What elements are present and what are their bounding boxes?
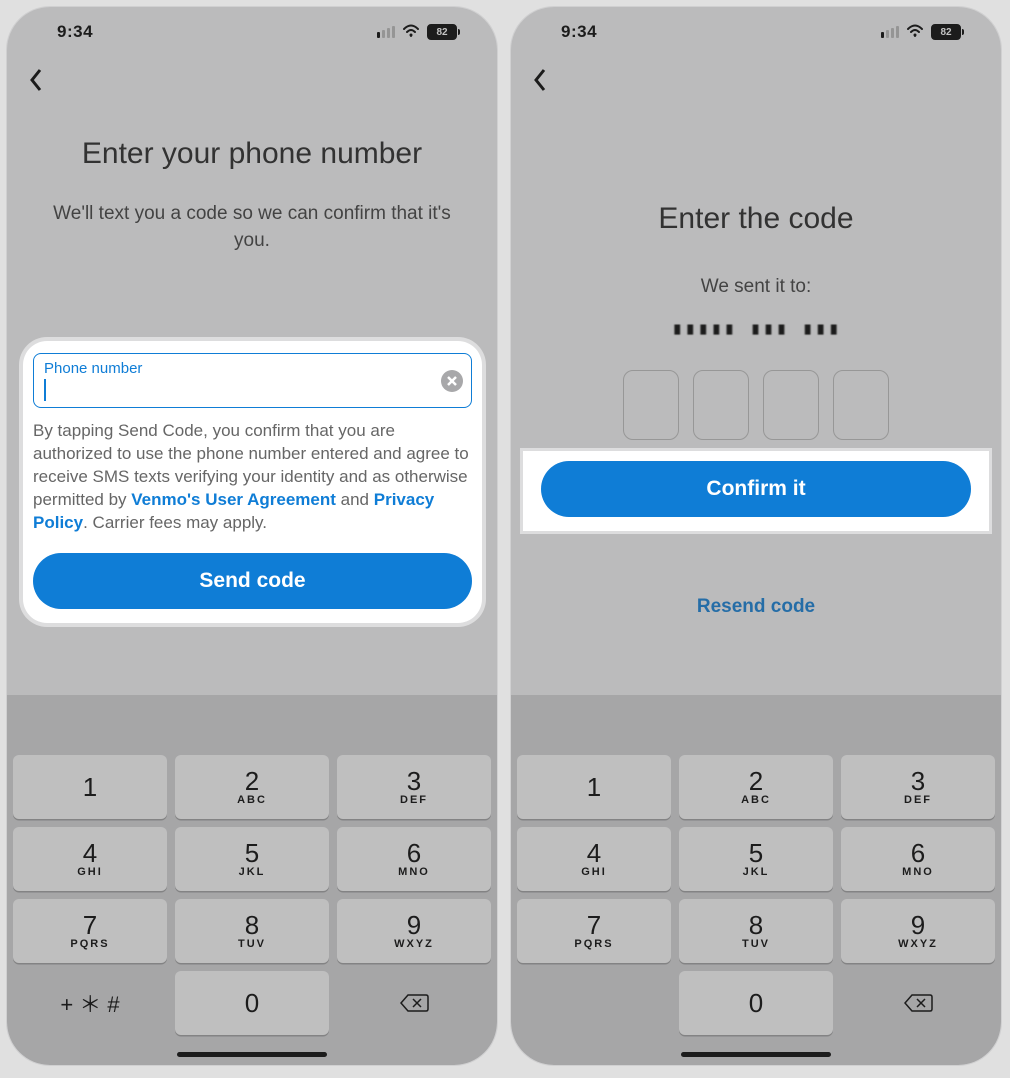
sent-to-label: We sent it to: <box>539 276 973 298</box>
key-4[interactable]: 4GHI <box>13 827 167 891</box>
home-indicator[interactable] <box>177 1052 327 1057</box>
numeric-keypad: 1 2ABC 3DEF 4GHI 5JKL 6MNO 7PQRS 8TUV 9W… <box>7 695 497 1065</box>
resend-code-link[interactable]: Resend code <box>697 596 815 618</box>
key-symbols[interactable]: + ＊ # <box>13 971 167 1035</box>
phone-input-label: Phone number <box>44 360 461 377</box>
key-0[interactable]: 0 <box>679 971 833 1035</box>
backspace-icon[interactable] <box>841 971 995 1035</box>
key-7[interactable]: 7PQRS <box>13 899 167 963</box>
key-3[interactable]: 3DEF <box>337 755 491 819</box>
key-8[interactable]: 8TUV <box>175 899 329 963</box>
confirm-button[interactable]: Confirm it <box>541 461 971 517</box>
home-indicator[interactable] <box>681 1052 831 1057</box>
status-bar: 9:34 82 <box>7 7 497 57</box>
page-subtitle: We'll text you a code so we can confirm … <box>35 201 469 254</box>
numeric-keypad: 1 2ABC 3DEF 4GHI 5JKL 6MNO 7PQRS 8TUV 9W… <box>511 695 1001 1065</box>
key-6[interactable]: 6MNO <box>841 827 995 891</box>
phone-screen-enter-code: 9:34 82 Enter the code We sent it to: ▮▮… <box>510 6 1002 1066</box>
phone-input-wrap[interactable]: Phone number <box>33 353 472 408</box>
code-digit-3[interactable] <box>763 370 819 440</box>
key-0[interactable]: 0 <box>175 971 329 1035</box>
key-6[interactable]: 6MNO <box>337 827 491 891</box>
key-9[interactable]: 9WXYZ <box>841 899 995 963</box>
key-3[interactable]: 3DEF <box>841 755 995 819</box>
battery-icon: 82 <box>931 24 961 40</box>
page-title: Enter the code <box>539 202 973 236</box>
cellular-signal-icon <box>881 26 899 38</box>
key-2[interactable]: 2ABC <box>175 755 329 819</box>
code-digit-4[interactable] <box>833 370 889 440</box>
clear-input-icon[interactable] <box>441 370 463 392</box>
nav-bar <box>7 57 497 107</box>
link-user-agreement[interactable]: Venmo's User Agreement <box>131 490 336 509</box>
confirm-panel: Confirm it <box>523 451 989 531</box>
status-bar: 9:34 82 <box>511 7 1001 57</box>
key-5[interactable]: 5JKL <box>679 827 833 891</box>
back-icon[interactable] <box>27 67 45 98</box>
key-8[interactable]: 8TUV <box>679 899 833 963</box>
key-4[interactable]: 4GHI <box>517 827 671 891</box>
text-caret <box>44 379 46 401</box>
key-5[interactable]: 5JKL <box>175 827 329 891</box>
status-time: 9:34 <box>561 22 597 42</box>
phone-entry-panel: Phone number By tapping Send Code, you c… <box>23 341 482 623</box>
code-digit-1[interactable] <box>623 370 679 440</box>
cellular-signal-icon <box>377 26 395 38</box>
send-code-button[interactable]: Send code <box>33 553 472 609</box>
page-title: Enter your phone number <box>35 137 469 171</box>
backspace-icon[interactable] <box>337 971 491 1035</box>
back-icon[interactable] <box>531 67 549 98</box>
key-1[interactable]: 1 <box>13 755 167 819</box>
disclaimer-text: By tapping Send Code, you confirm that y… <box>33 420 472 535</box>
nav-bar <box>511 57 1001 107</box>
battery-icon: 82 <box>427 24 457 40</box>
code-input-group <box>539 370 973 440</box>
key-9[interactable]: 9WXYZ <box>337 899 491 963</box>
key-7[interactable]: 7PQRS <box>517 899 671 963</box>
key-1[interactable]: 1 <box>517 755 671 819</box>
key-2[interactable]: 2ABC <box>679 755 833 819</box>
wifi-icon <box>401 22 421 42</box>
phone-screen-enter-number: 9:34 82 Enter your phone number We'll te… <box>6 6 498 1066</box>
code-digit-2[interactable] <box>693 370 749 440</box>
wifi-icon <box>905 22 925 42</box>
status-time: 9:34 <box>57 22 93 42</box>
sent-to-value: ▮▮▮▮▮ ▮▮▮ ▮▮▮ <box>539 318 973 338</box>
